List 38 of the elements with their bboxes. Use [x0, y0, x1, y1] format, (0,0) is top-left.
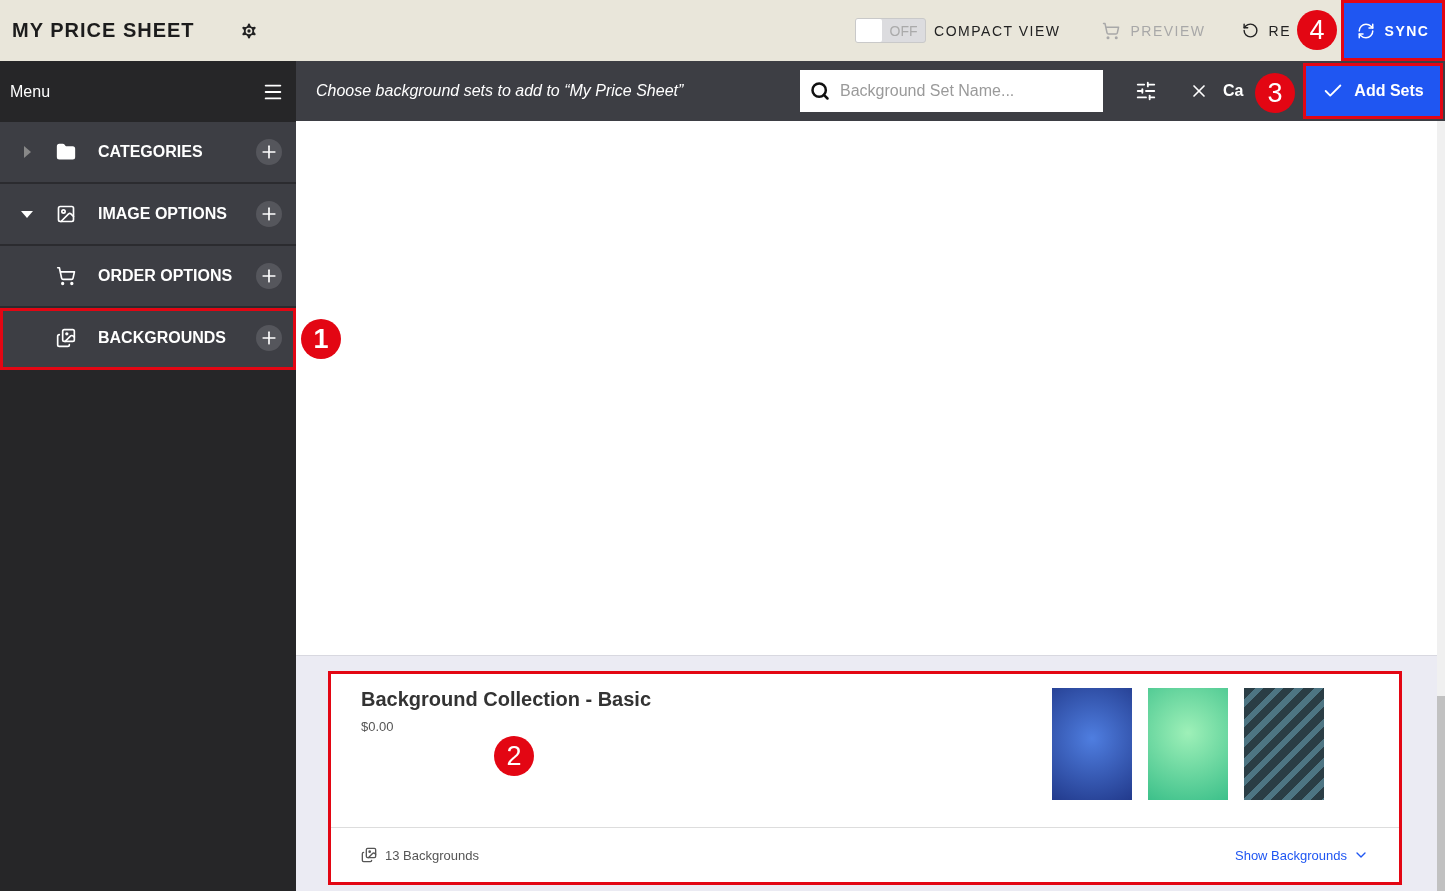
- callout-number: 2: [494, 736, 534, 776]
- callout-number: 4: [1297, 10, 1337, 50]
- undo-icon: [1241, 22, 1259, 39]
- item-icon: [56, 266, 76, 286]
- menu-title: Menu: [10, 82, 51, 101]
- add-icon[interactable]: [256, 263, 282, 289]
- item-icon: [56, 328, 76, 348]
- compact-view-label: COMPACT VIEW: [934, 22, 1061, 39]
- images-icon: [361, 847, 377, 863]
- sidebar-item[interactable]: ORDER OPTIONS: [0, 246, 296, 308]
- add-sets-button[interactable]: Add Sets: [1303, 63, 1443, 119]
- item-label: CATEGORIES: [98, 143, 203, 161]
- filter-icon[interactable]: [1135, 80, 1157, 102]
- cart-icon: [1102, 21, 1121, 40]
- collection-title: Background Collection - Basic: [361, 688, 652, 711]
- sync-button[interactable]: SYNC: [1341, 0, 1445, 61]
- item-label: BACKGROUNDS: [98, 329, 226, 347]
- item-label: IMAGE OPTIONS: [98, 205, 227, 223]
- add-icon[interactable]: [256, 325, 282, 351]
- search-field[interactable]: Background Set Name...: [800, 70, 1103, 112]
- prompt-text: Choose background sets to add to “My Price Sheet”: [316, 82, 684, 100]
- show-backgrounds-link[interactable]: Show Backgrounds: [1235, 847, 1369, 863]
- item-label: ORDER OPTIONS: [98, 267, 233, 285]
- sidebar-item[interactable]: IMAGE OPTIONS: [0, 184, 296, 246]
- callout-number: 3: [1255, 73, 1295, 113]
- refresh-icon: [1356, 21, 1375, 40]
- item-icon: [56, 204, 76, 224]
- scrollbar-thumb[interactable]: [1437, 696, 1445, 891]
- sidebar-item[interactable]: CATEGORIES: [0, 122, 296, 184]
- backgrounds-count: 13 Backgrounds: [385, 847, 479, 863]
- collection-price: $0.00: [361, 719, 395, 734]
- collection-card[interactable]: Background Collection - Basic $0.00 13 Backgrounds Show Backgrounds 2: [331, 674, 1399, 882]
- search-icon: [810, 81, 830, 101]
- app-title: MY PRICE SHEET: [12, 19, 195, 42]
- revert-button[interactable]: RE: [1241, 22, 1291, 39]
- add-icon[interactable]: [256, 201, 282, 227]
- item-icon: [56, 142, 76, 162]
- add-icon[interactable]: [256, 139, 282, 165]
